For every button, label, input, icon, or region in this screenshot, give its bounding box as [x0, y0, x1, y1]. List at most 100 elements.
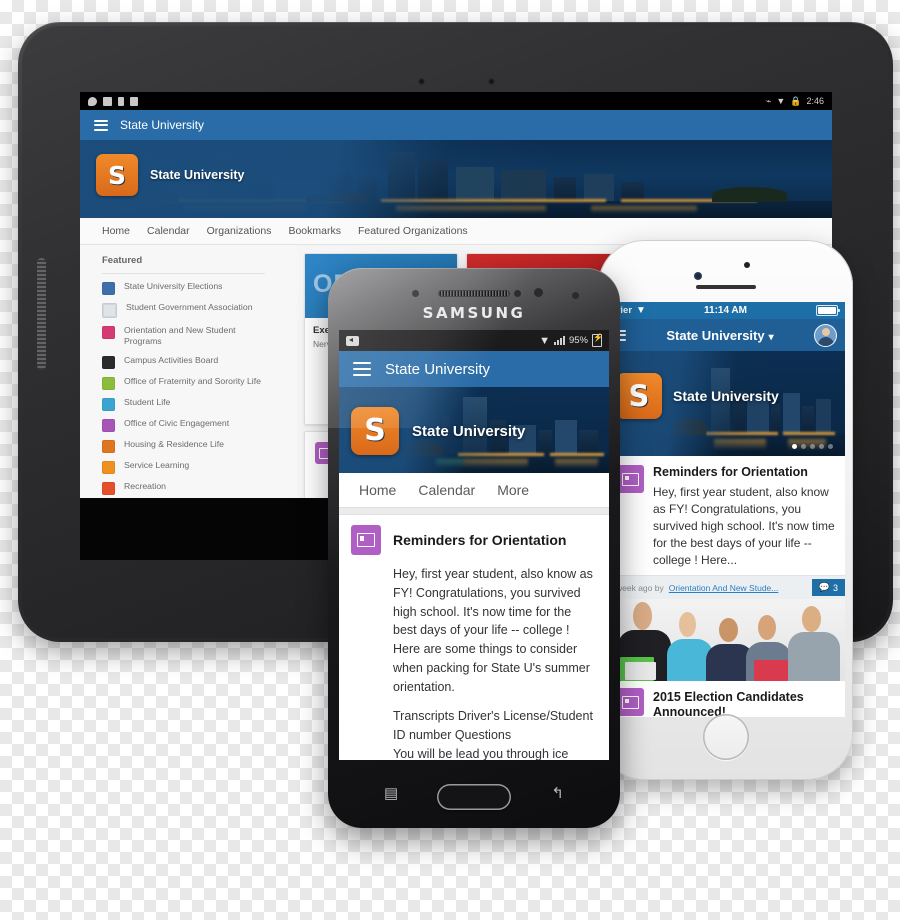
- samsung-sensor2-icon: [514, 290, 521, 297]
- samsung-app-bar: State University: [339, 351, 609, 387]
- hangouts-icon: [88, 96, 97, 106]
- sidebar-item-label: State University Elections: [124, 281, 223, 291]
- battery-icon: [816, 305, 840, 316]
- home-button[interactable]: [437, 784, 511, 810]
- samsung-sensor-icon: [412, 290, 419, 297]
- org-icon: [102, 481, 115, 495]
- cast-icon: ⌁: [765, 95, 772, 106]
- sidebar-item-label: Student Life: [124, 396, 171, 407]
- chevron-down-icon: ▾: [768, 331, 774, 343]
- org-icon: [102, 303, 117, 318]
- signal-icon: [553, 336, 565, 345]
- tab-calendar[interactable]: Calendar: [418, 482, 475, 498]
- news-tile-icon: [616, 465, 644, 493]
- tablet-hero-title: State University: [150, 168, 245, 182]
- samsung-device: SAMSUNG ▼ 95% State University: [328, 268, 620, 828]
- iphone-camera-icon: [694, 272, 702, 280]
- tab-home[interactable]: Home: [102, 225, 130, 237]
- sidebar-item-label: Service Learning: [124, 459, 190, 470]
- carousel-page-dots[interactable]: [792, 444, 833, 449]
- tablet-camera-icon: [418, 78, 425, 85]
- samsung-screen: ▼ 95% State University: [339, 330, 609, 760]
- tab-home[interactable]: Home: [359, 482, 396, 498]
- iphone-device: rrier ▼ 11:14 AM State University ▾ S St…: [598, 240, 853, 780]
- wifi-icon: ▼: [539, 334, 550, 347]
- sidebar-item-orientation-and-new-student-programs[interactable]: Orientation and New Student Programs: [102, 325, 274, 348]
- menu-key-icon[interactable]: ▤: [384, 784, 398, 802]
- org-icon: [102, 418, 115, 432]
- sidebar-item-recreation[interactable]: Recreation: [102, 481, 274, 495]
- sidebar-item-service-learning[interactable]: Service Learning: [102, 460, 274, 474]
- group-of-students-photo[interactable]: [606, 599, 845, 682]
- tablet-app-title: State University: [120, 118, 205, 132]
- sidebar-item-campus-activities-board[interactable]: Campus Activities Board: [102, 355, 274, 369]
- post-body: Hey, first year student, also know as FY…: [653, 485, 835, 568]
- section-divider: [339, 508, 609, 515]
- sidebar-item-office-of-fraternity-and-sorority-life[interactable]: Office of Fraternity and Sorority Life: [102, 376, 274, 390]
- sidebar-heading: Featured: [102, 255, 265, 274]
- university-logo-icon: S: [616, 373, 662, 419]
- logo-glyph: S: [364, 413, 386, 448]
- wifi-icon: ▼: [636, 305, 646, 316]
- back-key-icon[interactable]: ↰: [551, 784, 564, 802]
- home-button[interactable]: [702, 714, 749, 760]
- mail-icon: [103, 96, 112, 106]
- iphone-hero-banner[interactable]: S State University: [606, 351, 845, 456]
- samsung-camera-icon: [534, 288, 543, 297]
- app-icon: [130, 96, 138, 106]
- tab-more[interactable]: More: [497, 482, 529, 498]
- post-paragraph-2: Transcripts Driver's License/Student ID …: [393, 709, 593, 742]
- tab-bookmarks[interactable]: Bookmarks: [288, 225, 341, 237]
- comment-icon: 💬: [818, 582, 830, 593]
- iphone-hero-title: State University: [673, 388, 779, 404]
- tablet-app-bar: State University: [80, 110, 832, 140]
- university-logo-icon: S: [351, 407, 399, 455]
- battery-icon: [592, 333, 603, 347]
- sidebar-item-label: Office of Civic Engagement: [124, 417, 230, 428]
- phone-icon: [118, 96, 124, 106]
- iphone-nav-title[interactable]: State University ▾: [626, 328, 814, 343]
- hamburger-icon[interactable]: [94, 117, 108, 133]
- sidebar-item-student-life[interactable]: Student Life: [102, 397, 274, 411]
- tab-calendar[interactable]: Calendar: [147, 225, 190, 237]
- tablet-hero-banner: S State University: [80, 140, 832, 218]
- post-title: 2015 Election Candidates Announced!: [653, 690, 804, 717]
- org-icon: [102, 460, 115, 474]
- samsung-app-title: State University: [385, 360, 491, 378]
- iphone-post-2[interactable]: 2015 Election Candidates Announced!: [606, 681, 845, 717]
- tab-organizations[interactable]: Organizations: [207, 225, 272, 237]
- post-title: Reminders for Orientation: [393, 532, 567, 548]
- iphone-post-1[interactable]: Reminders for Orientation Hey, first yea…: [606, 456, 845, 575]
- sidebar-item-label: Office of Fraternity and Sorority Life: [124, 375, 261, 386]
- devices-composition: ⌁ ▼ 🔒 2:46 State University S State Univ…: [0, 0, 900, 920]
- org-icon: [102, 282, 115, 295]
- comment-count-badge[interactable]: 💬 3: [811, 579, 845, 597]
- news-tile-icon: [351, 525, 381, 555]
- sidebar-item-student-government-association[interactable]: Student Government Association: [102, 302, 274, 318]
- samsung-hero-banner[interactable]: S State University: [339, 387, 609, 473]
- post-org-link[interactable]: Orientation And New Stude...: [669, 583, 779, 593]
- samsung-post[interactable]: Reminders for Orientation Hey, first yea…: [339, 515, 609, 760]
- avatar[interactable]: [814, 323, 837, 347]
- sidebar-item-office-of-civic-engagement[interactable]: Office of Civic Engagement: [102, 418, 274, 432]
- iphone-sensor-icon: [744, 262, 750, 268]
- iphone-nav-title-text: State University: [666, 327, 765, 343]
- org-icon: [102, 326, 115, 339]
- iphone-speaker: [696, 285, 756, 289]
- samsung-hero-title: State University: [412, 422, 526, 440]
- tablet-speaker: [37, 258, 46, 370]
- org-icon: [102, 376, 115, 390]
- sidebar-item-state-university-elections[interactable]: State University Elections: [102, 281, 274, 295]
- tab-featured-organizations[interactable]: Featured Organizations: [358, 225, 468, 237]
- post-paragraph-1: Hey, first year student, also know as FY…: [393, 567, 593, 694]
- sidebar-item-housing-and-residence-life[interactable]: Housing & Residence Life: [102, 439, 274, 453]
- wifi-icon: ▼: [776, 96, 786, 106]
- samsung-status-bar: ▼ 95%: [339, 330, 609, 351]
- university-logo-icon: S: [96, 154, 138, 196]
- samsung-brand-logo: SAMSUNG: [422, 304, 526, 322]
- lock-icon: 🔒: [790, 95, 802, 106]
- tablet-sensor-icon: [488, 78, 495, 85]
- org-icon: [102, 355, 115, 369]
- sidebar-item-label: Housing & Residence Life: [124, 438, 224, 449]
- hamburger-icon[interactable]: [353, 358, 371, 380]
